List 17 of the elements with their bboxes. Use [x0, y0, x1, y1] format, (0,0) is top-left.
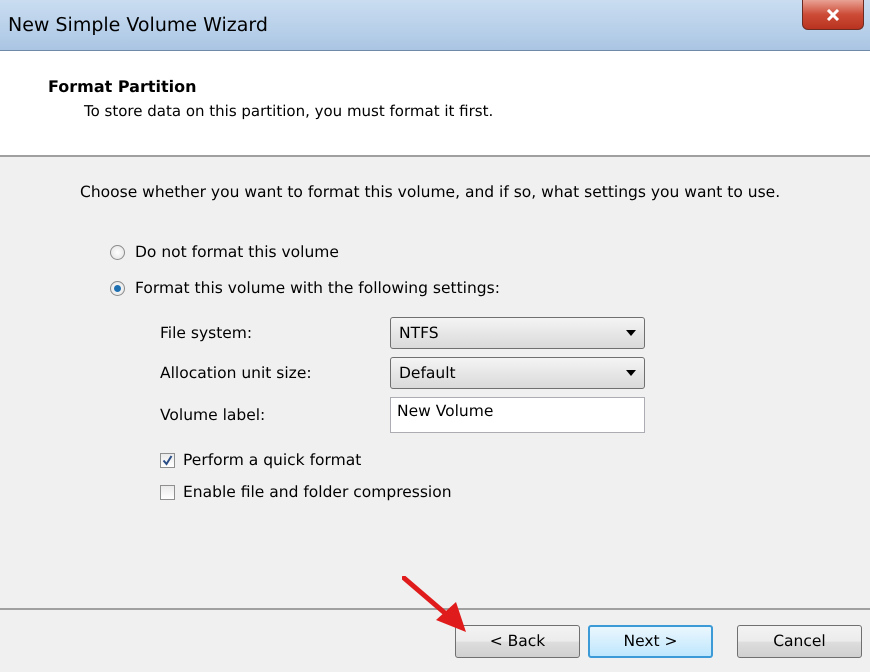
field-label: Allocation unit size:: [160, 364, 313, 382]
wizard-button[interactable]: < Back: [455, 624, 580, 658]
instruction-text: Choose whether you want to format this volume, and if so, what settings you want to use.: [80, 183, 782, 201]
field-label: Volume label:: [160, 406, 266, 424]
dropdown[interactable]: NTFS: [390, 317, 645, 349]
wizard-button[interactable]: Next >: [588, 624, 713, 658]
window-title: New Simple Volume Wizard: [8, 14, 268, 36]
page-title: Format Partition: [48, 77, 198, 96]
input-field[interactable]: New Volume: [390, 397, 645, 433]
wizard-button[interactable]: Cancel: [737, 624, 862, 658]
radio-label: Format this volume with the following settings:: [135, 279, 500, 297]
page-subtitle: To store data on this partition, you must format it first.: [84, 102, 494, 120]
field-label: File system:: [160, 324, 254, 342]
dropdown[interactable]: Default: [390, 357, 645, 389]
radio-label: Do not format this volume: [135, 243, 339, 261]
checkbox-label: Perform a quick format: [183, 451, 362, 469]
checkbox-label: Enable file and folder compression: [183, 483, 452, 501]
